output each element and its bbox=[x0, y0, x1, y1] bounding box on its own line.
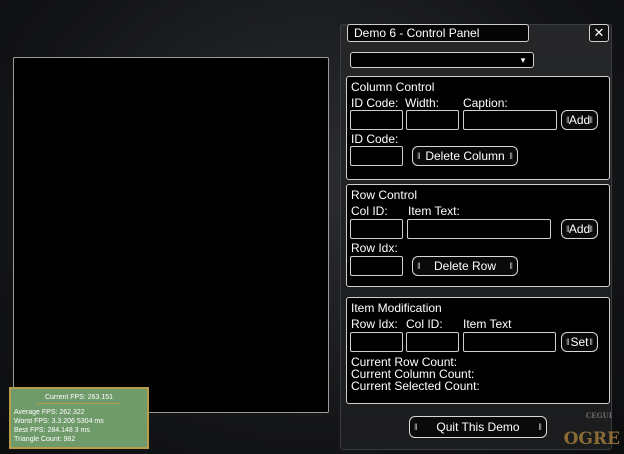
column-width-input[interactable] bbox=[406, 110, 459, 130]
mod-col-id-input[interactable] bbox=[406, 332, 459, 352]
mod-item-text-label: Item Text bbox=[463, 317, 512, 331]
delete-id-code-input[interactable] bbox=[350, 146, 403, 166]
fps-divider bbox=[37, 403, 121, 404]
close-button[interactable]: ✕ bbox=[589, 24, 609, 42]
quit-demo-button[interactable]: Quit This Demo bbox=[409, 416, 547, 438]
mod-row-idx-input[interactable] bbox=[350, 332, 403, 352]
current-fps: Current FPS: 263.151 bbox=[44, 394, 114, 401]
id-code-label: ID Code: bbox=[351, 96, 399, 110]
window-title[interactable]: Demo 6 - Control Panel bbox=[347, 24, 529, 42]
mod-col-id-label: Col ID: bbox=[406, 317, 443, 331]
ogre-logo: CEGUI OGRE bbox=[560, 405, 620, 449]
mod-item-text-input[interactable] bbox=[463, 332, 556, 352]
cegui-logo-text: CEGUI bbox=[585, 411, 612, 420]
caption-label: Caption: bbox=[463, 96, 508, 110]
worst-fps: Worst FPS: 3.3.206 5304 ms bbox=[14, 418, 104, 425]
row-item-text-input[interactable] bbox=[407, 219, 551, 239]
mod-row-idx-label: Row Idx: bbox=[351, 317, 398, 331]
row-col-id-input[interactable] bbox=[350, 219, 403, 239]
item-text-label: Item Text: bbox=[408, 204, 460, 218]
triangle-count: Triangle Count: 982 bbox=[14, 436, 76, 443]
ogre-logo-text: OGRE bbox=[563, 429, 620, 449]
set-item-button[interactable]: Set bbox=[561, 332, 598, 352]
fps-overlay: Current FPS: 263.151 Average FPS: 262.32… bbox=[9, 387, 149, 449]
row-control-title: Row Control bbox=[351, 188, 418, 202]
column-control-title: Column Control bbox=[351, 80, 435, 94]
row-idx-input[interactable] bbox=[350, 256, 403, 276]
delete-id-code-label: ID Code: bbox=[351, 132, 399, 146]
width-label: Width: bbox=[405, 96, 440, 110]
delete-row-button[interactable]: Delete Row bbox=[412, 256, 518, 276]
chevron-down-icon[interactable]: ▾ bbox=[513, 53, 533, 67]
delete-column-button[interactable]: Delete Column bbox=[412, 146, 518, 166]
item-modification-title: Item Modification bbox=[351, 301, 442, 315]
column-caption-input[interactable] bbox=[463, 110, 557, 130]
row-idx-label: Row Idx: bbox=[351, 241, 398, 255]
selection-combobox[interactable] bbox=[350, 52, 534, 68]
multicolumn-list[interactable] bbox=[13, 57, 329, 413]
current-selected-count: Current Selected Count: bbox=[351, 379, 480, 393]
average-fps: Average FPS: 262.322 bbox=[14, 409, 85, 416]
col-id-label: Col ID: bbox=[351, 204, 388, 218]
add-row-button[interactable]: Add bbox=[561, 219, 598, 239]
column-id-code-input[interactable] bbox=[350, 110, 403, 130]
best-fps: Best FPS: 284.148 3 ms bbox=[14, 427, 90, 434]
add-column-button[interactable]: Add bbox=[561, 110, 598, 130]
